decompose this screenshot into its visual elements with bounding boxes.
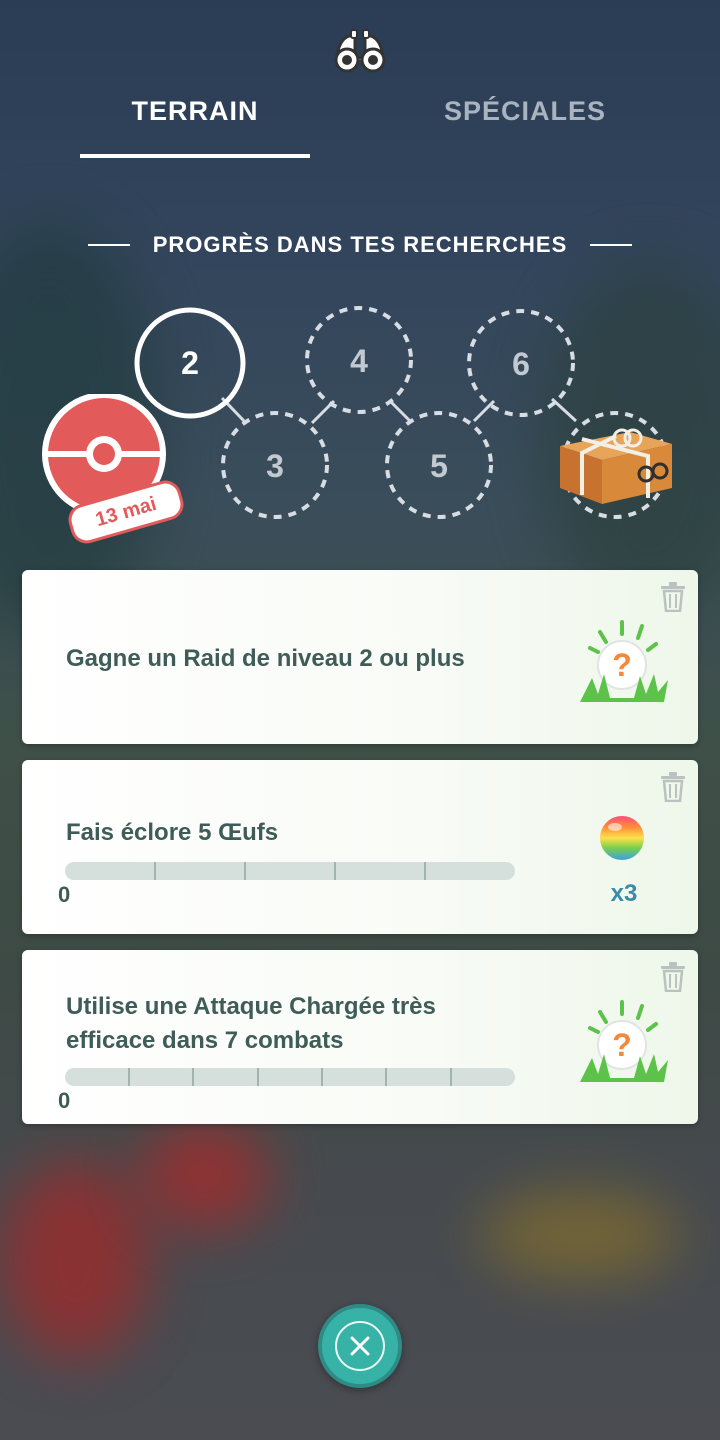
bar-tick — [321, 1068, 323, 1086]
research-task-card[interactable]: Utilise une Attaque Chargée très efficac… — [22, 950, 698, 1124]
research-step-4: 4 — [350, 343, 368, 379]
research-task-card[interactable]: Gagne un Raid de niveau 2 ou plus ? — [22, 570, 698, 744]
bar-tick — [385, 1068, 387, 1086]
bar-tick — [450, 1068, 452, 1086]
task-progress-label: 0 — [58, 1088, 71, 1113]
research-step-2: 2 — [181, 345, 199, 381]
close-button[interactable] — [318, 1304, 402, 1388]
tab-speciales[interactable]: SPÉCIALES — [410, 96, 640, 127]
task-title-line-1: Utilise une Attaque Chargée très — [66, 993, 436, 1020]
mystery-encounter-icon: ? — [580, 1000, 668, 1082]
binoculars-icon — [334, 29, 386, 73]
reward-quantity: x3 — [610, 880, 638, 907]
trash-icon[interactable] — [660, 772, 686, 802]
task-title-line-2: efficace dans 7 combats — [66, 1027, 344, 1054]
bar-tick — [257, 1068, 259, 1086]
tab-terrain[interactable]: TERRAIN — [80, 96, 310, 127]
rare-candy-icon — [600, 816, 644, 860]
task-title: Gagne un Raid de niveau 2 ou plus — [66, 645, 465, 672]
research-step-3: 3 — [266, 448, 284, 484]
research-task-card[interactable]: Fais éclore 5 Œufs 0 x3 — [22, 760, 698, 934]
active-tab-indicator — [80, 154, 310, 158]
mystery-encounter-icon: ? — [580, 620, 668, 702]
title-rule-right — [590, 244, 632, 246]
svg-text:?: ? — [612, 1027, 632, 1063]
bar-tick — [192, 1068, 194, 1086]
bar-tick — [334, 862, 336, 880]
gift-box-icon[interactable] — [556, 416, 676, 506]
task-progress-label: 0 — [58, 882, 71, 907]
trash-icon[interactable] — [660, 582, 686, 612]
bar-tick — [244, 862, 246, 880]
task-title: Fais éclore 5 Œufs — [66, 819, 279, 846]
close-icon — [335, 1321, 385, 1371]
bar-tick — [128, 1068, 130, 1086]
bar-tick — [424, 862, 426, 880]
task-progress-bar — [65, 862, 515, 880]
trash-icon[interactable] — [660, 962, 686, 992]
task-progress-bar — [65, 1068, 515, 1086]
research-step-5: 5 — [430, 448, 448, 484]
svg-text:?: ? — [612, 647, 632, 683]
research-step-6: 6 — [512, 346, 530, 382]
bar-tick — [154, 862, 156, 880]
